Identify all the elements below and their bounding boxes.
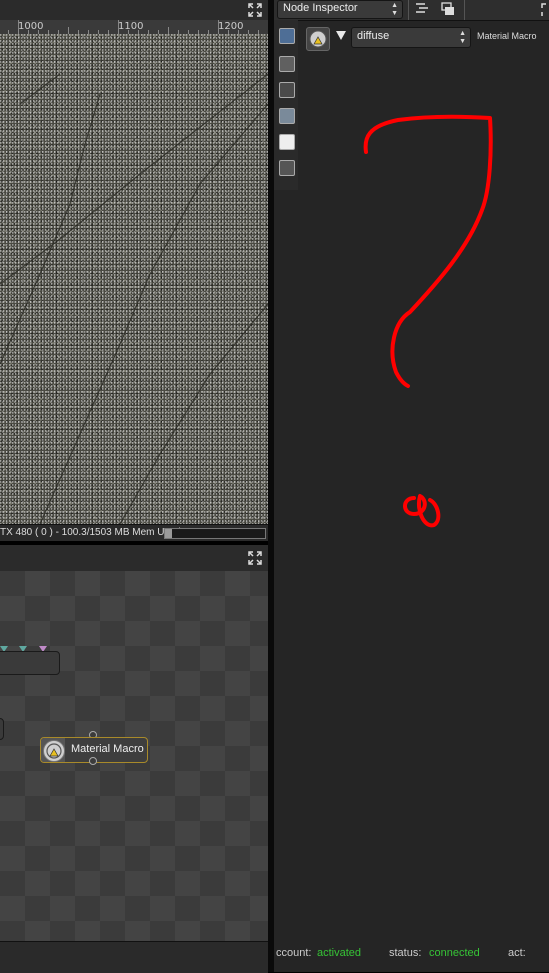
render-viewport: 1000 1100 1200 TX 480 ( 0 ) - 100.3/1503… [0, 0, 268, 541]
status-value: connected [429, 947, 480, 959]
panel-type-label: Node Inspector [283, 2, 358, 14]
concrete-texture-cracks [0, 73, 268, 524]
maximize-icon[interactable] [540, 2, 549, 21]
texture-icon[interactable] [279, 160, 295, 176]
ruler-tick [168, 27, 169, 34]
inspector-status-bar: ccount: activated status: connected act: [274, 944, 549, 964]
node-graph-canvas[interactable]: Material Macro [0, 571, 268, 941]
ruler-tick [18, 20, 19, 34]
node-icon-box [41, 738, 65, 762]
inspector-header: Node Inspector ▲ ▼ [274, 0, 549, 21]
ruler-tick [118, 20, 119, 34]
database-icon[interactable] [279, 108, 295, 124]
maximize-icon[interactable] [247, 2, 263, 18]
viewport-header [0, 0, 268, 21]
memory-usage-fill [165, 529, 172, 538]
node-graph-footer [0, 941, 268, 973]
graph-node[interactable] [0, 718, 4, 740]
ruler-label: 1000 [18, 21, 44, 32]
inspector-toolbar [274, 20, 298, 190]
node-graph-header [0, 545, 268, 572]
image-icon[interactable] [279, 28, 295, 44]
collapse-icon[interactable] [415, 2, 429, 17]
viewport-status-bar: TX 480 ( 0 ) - 100.3/1503 MB Mem Used [0, 524, 268, 541]
node-label: Material Macro [71, 743, 144, 755]
material-node-icon [43, 740, 65, 762]
ruler-label: 1200 [218, 21, 244, 32]
node-inspector-pane: Node Inspector ▲ ▼ diffuse ▲ ▼ Material … [274, 0, 549, 972]
status-label: status: [389, 947, 422, 959]
panel-type-select[interactable]: Node Inspector ▲ ▼ [277, 0, 403, 19]
maximize-icon[interactable] [247, 550, 263, 566]
red-question-mark-annotation [363, 114, 493, 528]
node-output-port[interactable] [89, 757, 97, 765]
viewport-ruler: 1000 1100 1200 [0, 20, 268, 34]
account-label: ccount: [276, 947, 312, 959]
graph-node[interactable] [0, 651, 60, 675]
film-icon[interactable] [279, 82, 295, 98]
inspector-content: diffuse ▲ ▼ Material Macro [298, 20, 549, 940]
pin-window-icon[interactable] [440, 1, 456, 20]
ruler-tick [218, 20, 219, 34]
separator [464, 0, 465, 20]
act-label: act: [508, 947, 526, 959]
node-graph-pane: Material Macro [0, 545, 268, 973]
picture-icon[interactable] [279, 134, 295, 150]
separator [408, 0, 409, 20]
memory-usage-bar [164, 528, 266, 539]
memory-status-text: TX 480 ( 0 ) - 100.3/1503 MB Mem Used [0, 527, 181, 538]
ruler-label: 1100 [118, 21, 144, 32]
render-canvas[interactable] [0, 34, 268, 524]
camera-icon[interactable] [279, 56, 295, 72]
select-arrows-icon: ▲ ▼ [391, 2, 398, 17]
ruler-tick [68, 27, 69, 34]
account-value: activated [317, 947, 362, 959]
